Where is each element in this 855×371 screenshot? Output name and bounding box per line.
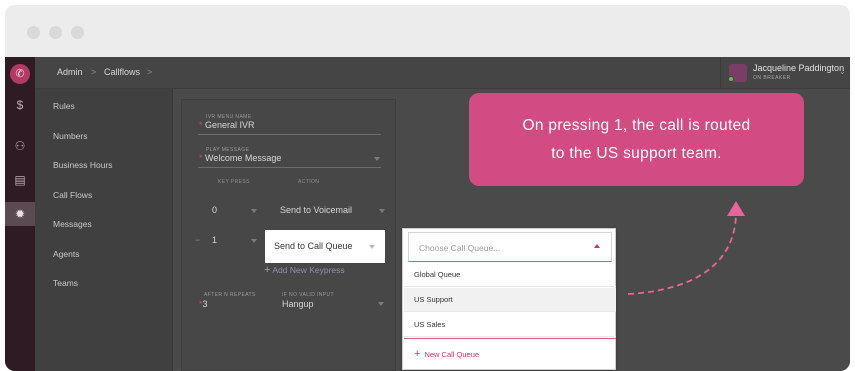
no-input-label: IF NO VALID INPUT [282, 292, 334, 298]
subnav-item-agents[interactable]: Agents [53, 249, 79, 259]
after-repeats-label: AFTER N REPEATS [204, 292, 256, 298]
subnav-item-messages[interactable]: Messages [53, 219, 92, 229]
call-queue-placeholder: Choose Call Queue... [419, 243, 501, 253]
chevron-down-icon[interactable] [369, 245, 375, 249]
field-underline [198, 167, 381, 168]
callout-line-2: to the US support team. [551, 145, 722, 162]
remove-row-icon[interactable]: − [195, 235, 200, 245]
after-repeats-field[interactable]: *3 [199, 299, 208, 309]
keypress-column-header: KEY PRESS [218, 179, 250, 185]
chevron-down-icon[interactable] [379, 209, 385, 213]
chevron-down-icon[interactable] [251, 209, 257, 213]
chevron-down-icon[interactable] [251, 239, 257, 243]
breadcrumb-callflows[interactable]: Callflows [104, 67, 140, 77]
chevron-down-icon[interactable] [378, 302, 384, 306]
action-value[interactable]: Send to Voicemail [280, 205, 352, 215]
action-column-header: ACTION [298, 179, 320, 185]
callout-line-1: On pressing 1, the call is routed [522, 117, 751, 134]
icon-rail: ✆ $ ⚇ ▤ ✹ [5, 57, 35, 371]
settings-subnav: Rules Numbers Business Hours Call Flows … [35, 89, 173, 371]
subnav-item-numbers[interactable]: Numbers [53, 131, 87, 141]
chevron-down-icon[interactable] [374, 157, 380, 161]
subnav-item-rules[interactable]: Rules [53, 101, 75, 111]
id-card-icon[interactable]: ▤ [5, 168, 35, 192]
window-close-dot[interactable] [27, 26, 40, 39]
presence-dot [728, 76, 734, 82]
dropdown-option-global-queue[interactable]: Global Queue [404, 263, 616, 287]
ivr-menu-name-field[interactable]: * General IVR [199, 120, 255, 130]
chevron-down-icon[interactable]: ⌄ [839, 67, 846, 76]
keypress-value[interactable]: 1 [212, 235, 217, 245]
window-minimize-dot[interactable] [49, 26, 62, 39]
call-queue-search-input[interactable]: Choose Call Queue... [408, 232, 612, 262]
annotation-callout: On pressing 1, the call is routed to the… [469, 93, 804, 186]
dollar-icon[interactable]: $ [5, 93, 35, 117]
window-zoom-dot[interactable] [71, 26, 84, 39]
user-status: ON BREAKER [753, 75, 791, 81]
top-bar: Admin > Callflows > Jacqueline Paddingto… [35, 57, 850, 89]
window-titlebar [5, 5, 850, 57]
breadcrumb-admin[interactable]: Admin [57, 67, 83, 77]
dropdown-option-us-sales[interactable]: US Sales [404, 313, 616, 337]
call-queue-dropdown: Choose Call Queue... Global Queue US Sup… [402, 228, 616, 370]
user-name: Jacqueline Paddington [753, 63, 845, 73]
plus-icon: + [414, 348, 421, 360]
no-input-select[interactable]: Hangup [282, 299, 314, 309]
action-value: Send to Call Queue [274, 241, 353, 251]
users-icon[interactable]: ⚇ [5, 134, 35, 158]
subnav-item-call-flows[interactable]: Call Flows [53, 190, 92, 200]
action-select-highlighted[interactable]: Send to Call Queue [265, 230, 385, 263]
keypress-value[interactable]: 0 [212, 205, 217, 215]
plus-icon: + [264, 264, 271, 276]
gear-icon[interactable]: ✹ [5, 202, 35, 226]
breadcrumb-separator: > [91, 67, 97, 77]
chevron-up-icon[interactable] [594, 244, 600, 248]
phone-icon[interactable]: ✆ [10, 64, 30, 84]
subnav-item-business-hours[interactable]: Business Hours [53, 160, 113, 170]
field-underline [198, 134, 381, 135]
dropdown-option-us-support[interactable]: US Support [404, 288, 616, 312]
subnav-item-teams[interactable]: Teams [53, 278, 78, 288]
new-call-queue-button[interactable]: + New Call Queue [404, 338, 616, 368]
breadcrumb-separator: > [147, 67, 153, 77]
add-keypress-button[interactable]: + Add New Keypress [264, 264, 345, 276]
play-message-select[interactable]: * Welcome Message [199, 153, 281, 163]
user-menu[interactable]: Jacqueline Paddington ON BREAKER ⌄ [720, 57, 850, 89]
